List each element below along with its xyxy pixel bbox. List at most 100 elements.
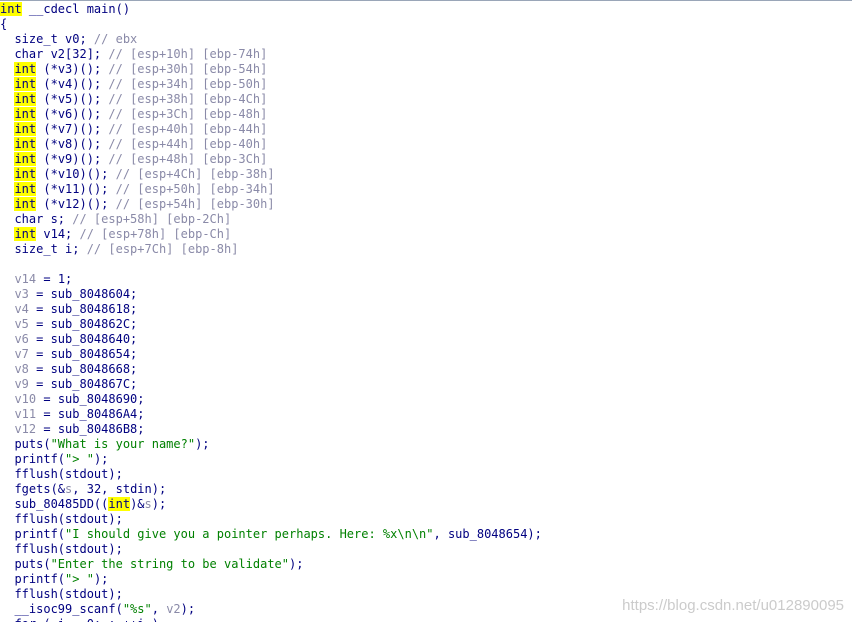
code-line[interactable]: v4 = sub_8048618;: [0, 302, 542, 317]
code-line[interactable]: v12 = sub_80486B8;: [0, 422, 542, 437]
keyword-int-highlighted[interactable]: int: [14, 137, 37, 151]
code-line[interactable]: v6 = sub_8048640;: [0, 332, 542, 347]
code-text: = sub_80486A4;: [36, 407, 145, 421]
code-text: fgets(&: [0, 482, 66, 496]
identifier-or-comment[interactable]: v2: [166, 602, 180, 616]
code-text: , sub_8048654);: [433, 527, 542, 541]
code-line[interactable]: printf("> ");: [0, 572, 542, 587]
identifier-or-comment[interactable]: v8: [14, 362, 28, 376]
identifier-or-comment[interactable]: v14: [14, 272, 36, 286]
identifier-or-comment[interactable]: v5: [14, 317, 28, 331]
code-line[interactable]: fflush(stdout);: [0, 542, 542, 557]
identifier-or-comment[interactable]: // [esp+38h] [ebp-4Ch]: [108, 92, 267, 106]
keyword-int-highlighted[interactable]: int: [14, 77, 37, 91]
code-line[interactable]: __isoc99_scanf("%s", v2);: [0, 602, 542, 617]
code-line[interactable]: int (*v12)(); // [esp+54h] [ebp-30h]: [0, 197, 542, 212]
identifier-or-comment[interactable]: // ebx: [94, 32, 137, 46]
code-line[interactable]: char s; // [esp+58h] [ebp-2Ch]: [0, 212, 542, 227]
code-line[interactable]: sub_80485DD((int)&s);: [0, 497, 542, 512]
identifier-or-comment[interactable]: // [esp+48h] [ebp-3Ch]: [108, 152, 267, 166]
code-line[interactable]: fflush(stdout);: [0, 512, 542, 527]
code-line[interactable]: v7 = sub_8048654;: [0, 347, 542, 362]
identifier-or-comment[interactable]: // [esp+78h] [ebp-Ch]: [80, 227, 232, 241]
identifier-or-comment[interactable]: // [esp+40h] [ebp-44h]: [108, 122, 267, 136]
code-line[interactable]: int (*v6)(); // [esp+3Ch] [ebp-48h]: [0, 107, 542, 122]
code-line[interactable]: int (*v11)(); // [esp+50h] [ebp-34h]: [0, 182, 542, 197]
keyword-int-highlighted[interactable]: int: [14, 62, 37, 76]
code-line[interactable]: [0, 257, 542, 272]
identifier-or-comment[interactable]: v7: [14, 347, 28, 361]
code-line[interactable]: v10 = sub_8048690;: [0, 392, 542, 407]
code-line[interactable]: int __cdecl main(): [0, 2, 542, 17]
keyword-int-highlighted[interactable]: int: [14, 227, 37, 241]
code-line[interactable]: fgets(&s, 32, stdin);: [0, 482, 542, 497]
keyword-int-highlighted[interactable]: int: [14, 122, 37, 136]
identifier-or-comment[interactable]: s: [145, 497, 152, 511]
identifier-or-comment[interactable]: v6: [14, 332, 28, 346]
code-line[interactable]: int (*v10)(); // [esp+4Ch] [ebp-38h]: [0, 167, 542, 182]
code-line[interactable]: puts("What is your name?");: [0, 437, 542, 452]
identifier-or-comment[interactable]: // [esp+7Ch] [ebp-8h]: [87, 242, 239, 256]
identifier-or-comment[interactable]: // [esp+44h] [ebp-40h]: [108, 137, 267, 151]
code-line[interactable]: v5 = sub_804862C;: [0, 317, 542, 332]
code-line[interactable]: v3 = sub_8048604;: [0, 287, 542, 302]
code-line[interactable]: v11 = sub_80486A4;: [0, 407, 542, 422]
keyword-int-highlighted[interactable]: int: [14, 107, 37, 121]
code-line[interactable]: size_t v0; // ebx: [0, 32, 542, 47]
identifier-or-comment[interactable]: // [esp+10h] [ebp-74h]: [108, 47, 267, 61]
code-line[interactable]: fflush(stdout);: [0, 587, 542, 602]
keyword-int-highlighted[interactable]: int: [0, 2, 22, 16]
code-line[interactable]: {: [0, 17, 542, 32]
identifier-or-comment[interactable]: // [esp+3Ch] [ebp-48h]: [108, 107, 267, 121]
code-line[interactable]: v9 = sub_804867C;: [0, 377, 542, 392]
string-literal: "%s": [122, 602, 152, 616]
code-text: (*v7)();: [36, 122, 109, 136]
code-text: __isoc99_scanf(: [0, 602, 123, 616]
code-text: (*v9)();: [36, 152, 109, 166]
code-line[interactable]: v8 = sub_8048668;: [0, 362, 542, 377]
identifier-or-comment[interactable]: v12: [14, 422, 36, 436]
code-line[interactable]: printf("I should give you a pointer perh…: [0, 527, 542, 542]
code-line[interactable]: puts("Enter the string to be validate");: [0, 557, 542, 572]
identifier-or-comment[interactable]: // [esp+54h] [ebp-30h]: [116, 197, 275, 211]
code-line[interactable]: size_t i; // [esp+7Ch] [ebp-8h]: [0, 242, 542, 257]
keyword-int-highlighted[interactable]: int: [14, 152, 37, 166]
string-literal: "> ": [65, 452, 94, 466]
keyword-int-highlighted[interactable]: int: [14, 197, 37, 211]
identifier-or-comment[interactable]: // [esp+58h] [ebp-2Ch]: [72, 212, 231, 226]
code-line[interactable]: fflush(stdout);: [0, 467, 542, 482]
code-line[interactable]: int (*v8)(); // [esp+44h] [ebp-40h]: [0, 137, 542, 152]
keyword-int-highlighted[interactable]: int: [108, 497, 131, 511]
keyword-int-highlighted[interactable]: int: [14, 92, 37, 106]
identifier-or-comment[interactable]: v3: [14, 287, 28, 301]
pseudocode-view[interactable]: int __cdecl main(){ size_t v0; // ebx ch…: [0, 0, 852, 622]
identifier-or-comment[interactable]: // [esp+34h] [ebp-50h]: [108, 77, 267, 91]
identifier-or-comment[interactable]: v4: [14, 302, 28, 316]
code-line[interactable]: for ( i = 0; ; ++i ): [0, 617, 542, 622]
code-line[interactable]: int (*v5)(); // [esp+38h] [ebp-4Ch]: [0, 92, 542, 107]
string-literal: "What is your name?": [50, 437, 196, 451]
identifier-or-comment[interactable]: // [esp+4Ch] [ebp-38h]: [116, 167, 275, 181]
code-listing[interactable]: int __cdecl main(){ size_t v0; // ebx ch…: [0, 2, 542, 622]
code-line[interactable]: int (*v7)(); // [esp+40h] [ebp-44h]: [0, 122, 542, 137]
identifier-or-comment[interactable]: v11: [14, 407, 36, 421]
code-line[interactable]: int (*v9)(); // [esp+48h] [ebp-3Ch]: [0, 152, 542, 167]
code-line[interactable]: int (*v4)(); // [esp+34h] [ebp-50h]: [0, 77, 542, 92]
string-literal: "> ": [65, 572, 94, 586]
identifier-or-comment[interactable]: // [esp+30h] [ebp-54h]: [108, 62, 267, 76]
identifier-or-comment[interactable]: v9: [14, 377, 28, 391]
code-line[interactable]: v14 = 1;: [0, 272, 542, 287]
code-line[interactable]: printf("> ");: [0, 452, 542, 467]
identifier-or-comment[interactable]: // [esp+50h] [ebp-34h]: [116, 182, 275, 196]
identifier-or-comment[interactable]: v10: [14, 392, 36, 406]
code-text: {: [0, 17, 8, 31]
keyword-int-highlighted[interactable]: int: [14, 167, 37, 181]
code-line[interactable]: int (*v3)(); // [esp+30h] [ebp-54h]: [0, 62, 542, 77]
keyword-int-highlighted[interactable]: int: [14, 182, 37, 196]
code-line[interactable]: int v14; // [esp+78h] [ebp-Ch]: [0, 227, 542, 242]
code-line[interactable]: char v2[32]; // [esp+10h] [ebp-74h]: [0, 47, 542, 62]
